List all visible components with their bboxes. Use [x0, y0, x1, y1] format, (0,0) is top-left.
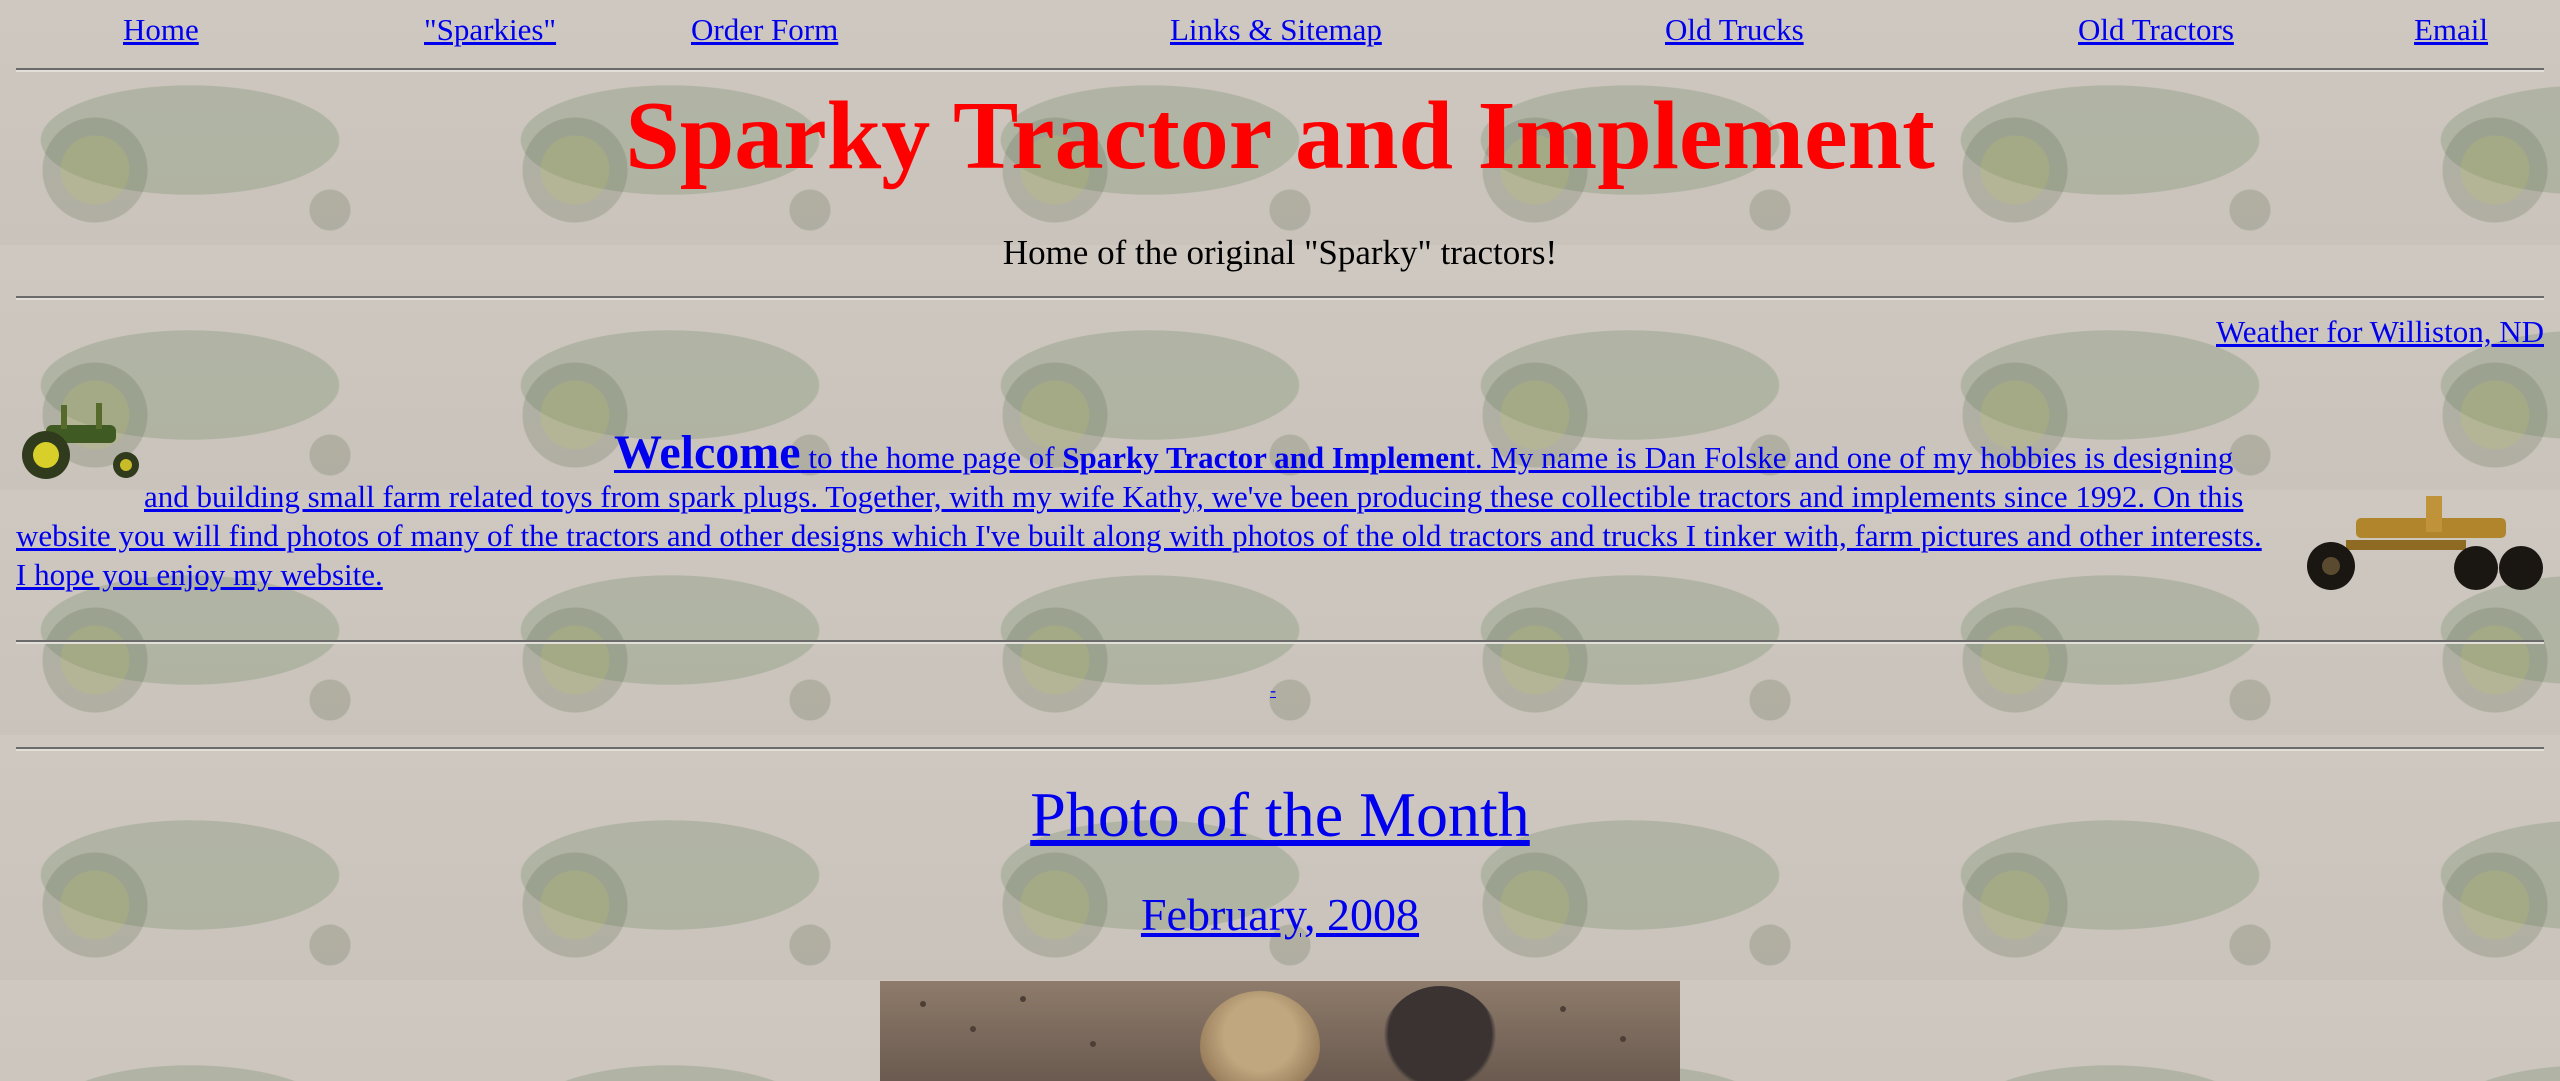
site-tagline: Home of the original "Sparky" tractors! — [1002, 233, 1558, 272]
welcome-paragraph[interactable]: Welcome to the home page of Sparky Tract… — [16, 403, 2546, 598]
bird-figure — [1380, 986, 1500, 1081]
nav-link-home[interactable]: Home — [123, 12, 199, 48]
nav-link-links-sitemap[interactable]: Links & Sitemap — [1170, 12, 1382, 48]
speck — [1020, 996, 1026, 1002]
horizontal-rule — [16, 68, 2544, 72]
nav-link-email[interactable]: Email — [2414, 12, 2488, 48]
spark-plug-tractor-image — [22, 403, 139, 479]
nav-link-order-form[interactable]: Order Form — [691, 12, 838, 48]
horizontal-rule — [16, 747, 2544, 751]
company-name: Sparky Tractor and Implemen — [1062, 440, 1467, 475]
speck — [1090, 1041, 1096, 1047]
site-title: Sparky Tractor and Implement — [625, 82, 1935, 190]
welcome-heading: Welcome — [614, 426, 801, 479]
photo-of-month-image[interactable] — [880, 981, 1680, 1081]
nav-link-old-tractors[interactable]: Old Tractors — [2078, 12, 2234, 48]
horizontal-rule — [16, 640, 2544, 644]
speck — [1620, 1036, 1626, 1042]
photo-of-month-link[interactable]: Photo of the Month — [0, 778, 2560, 852]
speck — [970, 1026, 976, 1032]
speck — [1560, 1006, 1566, 1012]
bird-figure — [1200, 991, 1320, 1081]
nav-link-sparkies[interactable]: "Sparkies" — [424, 12, 556, 48]
horizontal-rule — [16, 296, 2544, 300]
spark-plug-grader-image — [2307, 496, 2543, 590]
intro-text: to the home page of — [800, 440, 1063, 475]
top-navigation: Home "Sparkies" Order Form Links & Sitem… — [0, 12, 2560, 56]
weather-link[interactable]: Weather for Williston, ND — [2216, 314, 2544, 350]
small-link[interactable]: - — [1270, 680, 1276, 701]
photo-of-month-date-link[interactable]: February, 2008 — [0, 888, 2560, 941]
speck — [920, 1001, 926, 1007]
nav-link-old-trucks[interactable]: Old Trucks — [1665, 12, 1804, 48]
